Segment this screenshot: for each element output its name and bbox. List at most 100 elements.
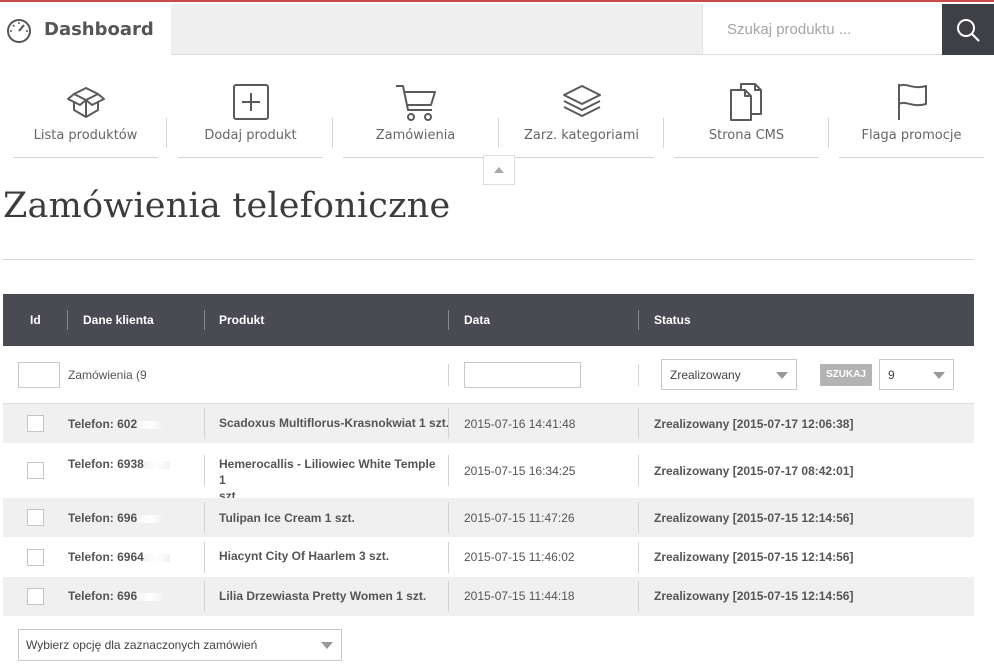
search-input[interactable] bbox=[703, 4, 942, 54]
search-button[interactable] bbox=[942, 4, 994, 55]
divider bbox=[67, 310, 68, 330]
divider bbox=[448, 310, 449, 330]
divider bbox=[204, 542, 205, 573]
divider bbox=[204, 455, 205, 486]
column-header-product[interactable]: Produkt bbox=[219, 294, 264, 346]
table-row[interactable]: Telefon: 696 Lilia Drzewiasta Pretty Wom… bbox=[3, 577, 974, 616]
row-checkbox[interactable] bbox=[27, 588, 44, 605]
quicklink-product-list[interactable]: Lista produktów bbox=[13, 76, 158, 158]
quicklink-cms-page[interactable]: Strona CMS bbox=[674, 76, 819, 158]
divider bbox=[448, 581, 449, 612]
status-filter-value: Zrealizowany bbox=[670, 367, 741, 382]
row-checkbox[interactable] bbox=[27, 415, 44, 432]
status-cell: Zrealizowany [2015-07-15 12:14:56] bbox=[654, 511, 854, 525]
status-filter-select[interactable]: Zrealizowany bbox=[661, 359, 797, 390]
divider bbox=[638, 581, 639, 612]
quicklink-label: Strona CMS bbox=[708, 128, 785, 143]
divider bbox=[828, 118, 829, 148]
client-cell: Telefon: 6938 bbox=[68, 457, 170, 471]
status-cell: Zrealizowany [2015-07-15 12:14:56] bbox=[654, 550, 854, 564]
quicklink-underline bbox=[343, 157, 488, 158]
chevron-down-icon bbox=[321, 642, 333, 649]
divider bbox=[638, 455, 639, 486]
search-filter-button[interactable]: SZUKAJ bbox=[820, 364, 872, 386]
divider bbox=[638, 364, 639, 386]
status-cell: Zrealizowany [2015-07-17 12:06:38] bbox=[654, 417, 854, 431]
divider bbox=[638, 502, 639, 533]
divider bbox=[498, 118, 499, 148]
client-phone: Telefon: 696 bbox=[68, 589, 138, 603]
divider bbox=[638, 310, 639, 330]
id-filter-input[interactable] bbox=[18, 362, 60, 388]
row-checkbox[interactable] bbox=[27, 462, 44, 479]
dashboard-link[interactable]: Dashboard bbox=[0, 4, 171, 55]
divider bbox=[448, 408, 449, 439]
client-cell: Telefon: 696 bbox=[68, 511, 164, 525]
page-title: Zamówienia telefoniczne bbox=[3, 186, 451, 226]
quicklink-orders[interactable]: Zamówienia bbox=[343, 76, 488, 158]
product-cell: Hiacynt City Of Haarlem 3 szt. bbox=[219, 549, 390, 563]
redaction bbox=[137, 514, 164, 523]
client-cell: Telefon: 602 bbox=[68, 417, 164, 431]
redaction bbox=[143, 553, 170, 562]
quicklink-underline bbox=[178, 157, 323, 158]
table-row[interactable]: Telefon: 696 Tulipan Ice Cream 1 szt. 20… bbox=[3, 498, 974, 537]
client-cell: Telefon: 696 bbox=[68, 589, 164, 603]
divider bbox=[204, 408, 205, 439]
flag-icon bbox=[897, 83, 927, 120]
quicklink-promo-flag[interactable]: Flaga promocje bbox=[839, 76, 984, 158]
date-cell: 2015-07-15 16:34:25 bbox=[464, 464, 576, 478]
date-filter-input[interactable] bbox=[464, 362, 581, 388]
column-header-client[interactable]: Dane klienta bbox=[83, 294, 154, 346]
search-box bbox=[702, 4, 942, 55]
per-page-select[interactable]: 9 bbox=[879, 359, 954, 390]
divider bbox=[166, 118, 167, 148]
quicklink-label: Zamówienia bbox=[375, 128, 456, 143]
column-header-status[interactable]: Status bbox=[654, 294, 691, 346]
bulk-action-select[interactable]: Wybierz opcję dla zaznaczonych zamówień bbox=[18, 629, 342, 661]
top-bar: Dashboard bbox=[0, 0, 994, 55]
divider bbox=[448, 364, 449, 386]
row-checkbox[interactable] bbox=[27, 509, 44, 526]
client-phone: Telefon: 696 bbox=[68, 511, 138, 525]
date-cell: 2015-07-16 14:41:48 bbox=[464, 417, 576, 431]
client-phone: Telefon: 6964 bbox=[68, 550, 144, 564]
product-cell: Tulipan Ice Cream 1 szt. bbox=[219, 511, 355, 525]
search-icon bbox=[957, 18, 980, 42]
quicklink-categories[interactable]: Zarz. kategoriami bbox=[509, 76, 654, 158]
divider bbox=[663, 118, 664, 148]
product-cell: Lilia Drzewiasta Pretty Women 1 szt. bbox=[219, 589, 427, 603]
box-icon bbox=[66, 87, 105, 118]
table-row[interactable]: Telefon: 6938 Hemerocallis - Liliowiec W… bbox=[3, 443, 974, 503]
product-line: Hemerocallis - Liliowiec White Temple 1 bbox=[219, 457, 436, 487]
quicklink-add-product[interactable]: Dodaj produkt bbox=[178, 76, 323, 158]
quicklink-label: Flaga promocje bbox=[861, 128, 962, 143]
status-cell: Zrealizowany [2015-07-17 08:42:01] bbox=[654, 464, 854, 478]
table-row[interactable]: Telefon: 602 Scadoxus Multiflorus-Krasno… bbox=[3, 404, 974, 443]
divider bbox=[638, 542, 639, 573]
divider bbox=[204, 310, 205, 330]
product-cell: Scadoxus Multiflorus-Krasnokwiat 1 szt. bbox=[219, 416, 450, 430]
filter-row: Zamówienia (9 Zrealizowany SZUKAJ 9 bbox=[3, 346, 974, 404]
column-header-date[interactable]: Data bbox=[464, 294, 490, 346]
product-cell: Hemerocallis - Liliowiec White Temple 1 … bbox=[219, 456, 444, 504]
quicklink-underline bbox=[13, 157, 158, 158]
chevron-up-icon bbox=[494, 167, 504, 173]
quick-links: Lista produktów Dodaj produkt Zamówienia bbox=[0, 76, 994, 162]
quicklink-label: Dodaj produkt bbox=[204, 128, 297, 143]
row-checkbox[interactable] bbox=[27, 549, 44, 566]
chevron-down-icon bbox=[776, 371, 788, 379]
documents-icon bbox=[729, 83, 762, 121]
redaction bbox=[137, 420, 164, 429]
speedometer-icon bbox=[7, 18, 31, 43]
divider bbox=[332, 118, 333, 148]
column-header-id[interactable]: Id bbox=[30, 294, 41, 346]
quicklink-label: Lista produktów bbox=[33, 128, 138, 143]
table-row[interactable]: Telefon: 6964 Hiacynt City Of Haarlem 3 … bbox=[3, 537, 974, 577]
layers-icon bbox=[562, 85, 601, 117]
plus-square-icon bbox=[232, 84, 269, 120]
top-bar-spacer bbox=[171, 4, 702, 55]
divider bbox=[204, 502, 205, 533]
collapse-quicklinks-button[interactable] bbox=[483, 155, 515, 185]
quicklink-underline bbox=[674, 157, 819, 158]
